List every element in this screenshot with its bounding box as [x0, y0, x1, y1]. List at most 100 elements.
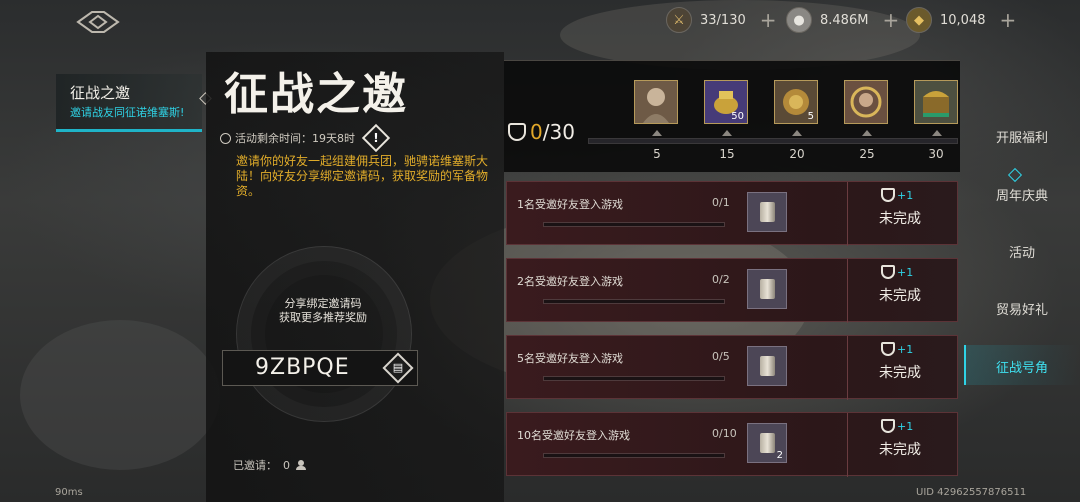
share-hint-line2: 获取更多推荐奖励: [279, 311, 367, 324]
task-row: 10名受邀好友登入游戏 0/10 2 +1 未完成: [506, 412, 958, 477]
task-row: 2名受邀好友登入游戏 0/2 +1 未完成: [506, 258, 958, 323]
task-row: 1名受邀好友登入游戏 0/1 +1 未完成: [506, 181, 958, 246]
resource-gold: ◆ 10,048 +: [906, 6, 1016, 34]
event-timer: 活动剩余时间：19天8时: [220, 130, 355, 146]
task-points-value: +1: [897, 188, 914, 202]
reward-qty: 5: [807, 111, 814, 122]
milestone-reward[interactable]: [844, 80, 888, 124]
resource-stamina: ⚔ 33/130 +: [666, 6, 777, 34]
share-hint-line1: 分享绑定邀请码: [284, 297, 362, 310]
resource-silver: ● 8.486M +: [786, 6, 899, 34]
event-tab-invite[interactable]: 征战之邀 邀请战友同征诺维塞斯!: [56, 74, 202, 132]
milestone-threshold: 15: [719, 147, 735, 161]
milestone-reward[interactable]: [634, 80, 678, 124]
treasure-chest-icon: [915, 81, 957, 123]
game-logo-icon[interactable]: [72, 8, 124, 36]
portrait-frame-icon: [845, 81, 887, 123]
resource-value: 33/130: [700, 12, 746, 28]
add-stamina-button[interactable]: +: [760, 8, 777, 32]
shield-token-icon: [881, 342, 895, 356]
task-points-value: +1: [897, 419, 914, 433]
task-progress-bar: [543, 453, 725, 458]
task-status: 未完成: [879, 442, 921, 458]
task-points-value: +1: [897, 342, 914, 356]
invite-code-box: 9ZBPQE ▤: [222, 350, 418, 386]
task-row: 5名受邀好友登入游戏 0/5 +1 未完成: [506, 335, 958, 400]
task-reward-item[interactable]: [747, 192, 787, 232]
invited-label: 已邀请：: [233, 459, 277, 472]
task-count: 0/5: [712, 350, 730, 363]
share-hint: 分享绑定邀请码 获取更多推荐奖励: [262, 297, 384, 325]
diamond-marker-icon: [1007, 167, 1023, 183]
shield-token-icon: [881, 188, 895, 202]
item-qty: 2: [776, 450, 783, 461]
task-reward-item[interactable]: [747, 269, 787, 309]
map-landmass: [20, 320, 220, 470]
milestone-threshold: 5: [653, 147, 661, 161]
event-tab-name: 征战之邀: [70, 84, 131, 102]
task-progress-bar: [543, 376, 725, 381]
milestone-tick: [792, 130, 802, 136]
resource-value: 10,048: [940, 12, 986, 28]
points-current: 0: [530, 120, 543, 144]
milestone-reward[interactable]: 50: [704, 80, 748, 124]
milestone-tick: [862, 130, 872, 136]
task-points: +1: [881, 265, 913, 279]
milestone-threshold: 25: [859, 147, 875, 161]
progress-track: [588, 138, 958, 144]
tankard-icon: [760, 279, 775, 299]
resource-value: 8.486M: [820, 12, 869, 28]
tab-server-welfare[interactable]: 开服福利: [964, 127, 1080, 146]
divider: [847, 413, 848, 477]
page-title: 征战之邀: [224, 69, 408, 120]
tab-activity[interactable]: 活动: [964, 242, 1080, 261]
task-count: 0/1: [712, 196, 730, 209]
copy-code-button[interactable]: ▤: [382, 352, 414, 384]
task-reward-item[interactable]: 2: [747, 423, 787, 463]
people-icon: [296, 460, 308, 470]
tab-trade-gifts[interactable]: 贸易好礼: [964, 299, 1080, 318]
clock-icon: [220, 132, 231, 144]
task-points: +1: [881, 342, 913, 356]
shield-token-icon: [881, 419, 895, 433]
invite-code: 9ZBPQE: [255, 355, 350, 380]
invited-count-row: 已邀请： 0: [233, 457, 308, 473]
user-id: UID 42962557876511: [916, 487, 1027, 498]
decorative-ring: [236, 246, 412, 422]
task-count: 0/10: [712, 427, 737, 440]
task-reward-item[interactable]: [747, 346, 787, 386]
milestone-reward[interactable]: [914, 80, 958, 124]
timer-text: 活动剩余时间：19天8时: [235, 132, 355, 145]
divider: [847, 336, 848, 400]
milestone-threshold: 30: [928, 147, 944, 161]
tankard-icon: [760, 202, 775, 222]
add-gold-button[interactable]: +: [1000, 8, 1017, 32]
points-total: /30: [542, 120, 575, 144]
copy-icon: ▤: [392, 361, 404, 374]
task-title: 2名受邀好友登入游戏: [517, 275, 623, 288]
event-description: 邀请你的好友一起组建佣兵团，驰骋诺维塞斯大陆！向好友分享绑定邀请码，获取奖励的军…: [236, 154, 489, 198]
portrait-icon: [635, 81, 677, 123]
reward-qty: 50: [731, 111, 744, 122]
tankard-icon: [760, 356, 775, 376]
task-status: 未完成: [879, 365, 921, 381]
milestone-reward[interactable]: 5: [774, 80, 818, 124]
task-status: 未完成: [879, 288, 921, 304]
tab-campaign-horn[interactable]: 征战号角: [964, 357, 1080, 376]
add-silver-button[interactable]: +: [882, 8, 899, 32]
divider: [847, 259, 848, 323]
shield-token-icon: [508, 123, 526, 141]
info-icon: !: [373, 131, 379, 145]
tab-anniversary[interactable]: 周年庆典: [964, 185, 1080, 204]
divider: [847, 182, 848, 246]
task-points-value: +1: [897, 265, 914, 279]
task-status: 未完成: [879, 211, 921, 227]
milestone-tick: [722, 130, 732, 136]
task-points: +1: [881, 419, 913, 433]
shield-token-icon: [881, 265, 895, 279]
task-title: 10名受邀好友登入游戏: [517, 429, 630, 442]
stamina-icon: ⚔: [666, 7, 692, 33]
milestone-threshold: 20: [789, 147, 805, 161]
gold-coin-icon: ◆: [906, 7, 932, 33]
task-title: 1名受邀好友登入游戏: [517, 198, 623, 211]
